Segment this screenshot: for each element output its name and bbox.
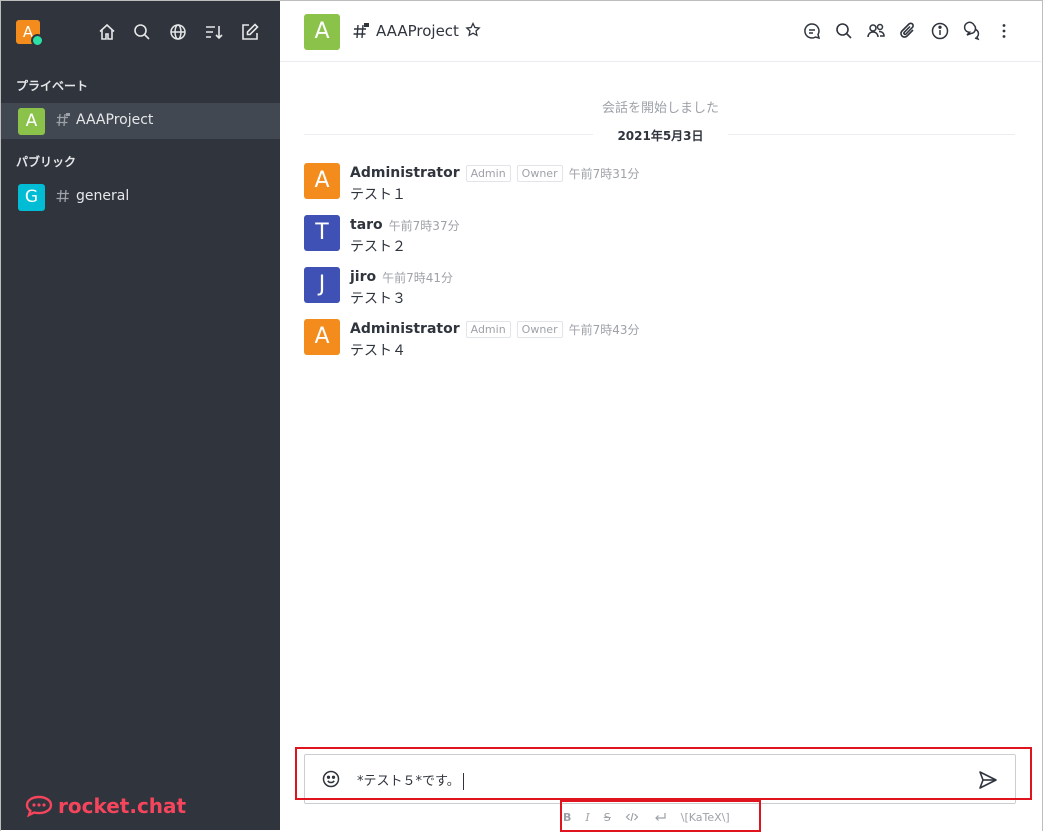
room-name: AAAProject [76,112,154,128]
message-timestamp: 午前7時43分 [568,322,640,337]
message-timestamp: 午前7時37分 [388,218,460,233]
room-avatar: A [18,108,45,135]
sidebar-item-general[interactable]: G general [1,179,280,215]
room-name: general [76,188,130,204]
search-icon[interactable] [834,21,854,41]
sort-icon[interactable] [204,22,224,42]
role-badge: Admin [465,320,511,338]
emoji-icon[interactable] [321,769,341,789]
search-icon[interactable] [132,22,152,42]
message-username[interactable]: taro [350,217,383,233]
rocket-chat-logo-icon [25,795,53,818]
message-input[interactable]: *テスト５*です。 [357,770,464,790]
directory-icon[interactable] [168,22,188,42]
message-header: Administrator Admin Owner 午前7時43分 [350,319,640,339]
room-avatar: G [18,184,45,211]
hash-icon [55,188,71,204]
message-text: テスト２ [350,239,406,255]
message-username[interactable]: Administrator [350,321,460,337]
home-icon[interactable] [97,22,117,42]
message: T taro 午前7時37分 テスト２ [304,215,1004,255]
room-title: AAAProject [376,22,459,40]
avatar[interactable]: J [304,267,340,303]
sidebar-item-aaaproject[interactable]: A AAAProject [1,103,280,139]
send-icon[interactable] [977,769,999,791]
date-divider: 2021年5月3日 [593,127,728,144]
info-icon[interactable] [930,21,950,41]
message-header: jiro 午前7時41分 [350,267,453,287]
italic-button[interactable]: I [585,811,589,824]
message: A Administrator Admin Owner 午前7時43分 テスト４ [304,319,1004,359]
message-timestamp: 午前7時31分 [568,166,640,181]
create-new-icon[interactable] [240,22,260,42]
message-text: テスト１ [350,187,406,203]
room-header-avatar: A [304,14,340,50]
role-badge: Owner [516,164,563,182]
role-badge: Admin [465,164,511,182]
text-caret [462,773,464,790]
sidebar-header: A [1,1,280,61]
online-status-dot [31,34,44,47]
discussion-icon[interactable] [802,21,822,41]
message-text: テスト３ [350,291,406,307]
star-icon[interactable] [465,22,481,38]
files-icon[interactable] [898,21,918,41]
katex-button[interactable]: \[KaTeX\] [681,811,730,824]
rocket-chat-logo: rocket.chat [25,794,186,818]
room-header: A AAAProject [280,1,1041,62]
conversation-start-text: 会話を開始しました [601,101,719,116]
message-composer[interactable]: *テスト５*です。 [304,754,1016,804]
bold-button[interactable]: B [563,811,571,824]
message-header: Administrator Admin Owner 午前7時31分 [350,163,640,183]
logo-text: rocket.chat [58,794,187,818]
avatar[interactable]: A [304,163,340,199]
kebab-menu-icon[interactable] [994,21,1014,41]
code-icon[interactable] [625,810,639,824]
message-text: テスト４ [350,343,406,359]
message-username[interactable]: jiro [350,269,376,285]
avatar[interactable]: T [304,215,340,251]
role-badge: Owner [516,320,563,338]
message-input-value: *テスト５*です。 [357,774,460,789]
message: J jiro 午前7時41分 テスト３ [304,267,1004,307]
sidebar: A プライベート A AAAProject パブリック G general ro… [1,1,280,830]
section-title-public: パブリック [16,155,77,169]
message: A Administrator Admin Owner 午前7時31分 テスト１ [304,163,1004,203]
private-channel-icon [352,22,370,40]
threads-icon[interactable] [962,21,982,41]
section-title-private: プライベート [16,79,89,93]
private-channel-icon [55,112,71,128]
members-icon[interactable] [866,21,886,41]
message-header: taro 午前7時37分 [350,215,460,235]
multiline-icon[interactable] [653,810,667,824]
message-username[interactable]: Administrator [350,165,460,181]
main-area: A AAAProject 会話を開始しました 2021年5月3日 A Admin… [280,1,1041,830]
strike-button[interactable]: S [604,811,611,824]
message-timestamp: 午前7時41分 [382,270,454,285]
avatar[interactable]: A [304,319,340,355]
formatting-toolbar: B I S \[KaTeX\] [563,807,730,827]
